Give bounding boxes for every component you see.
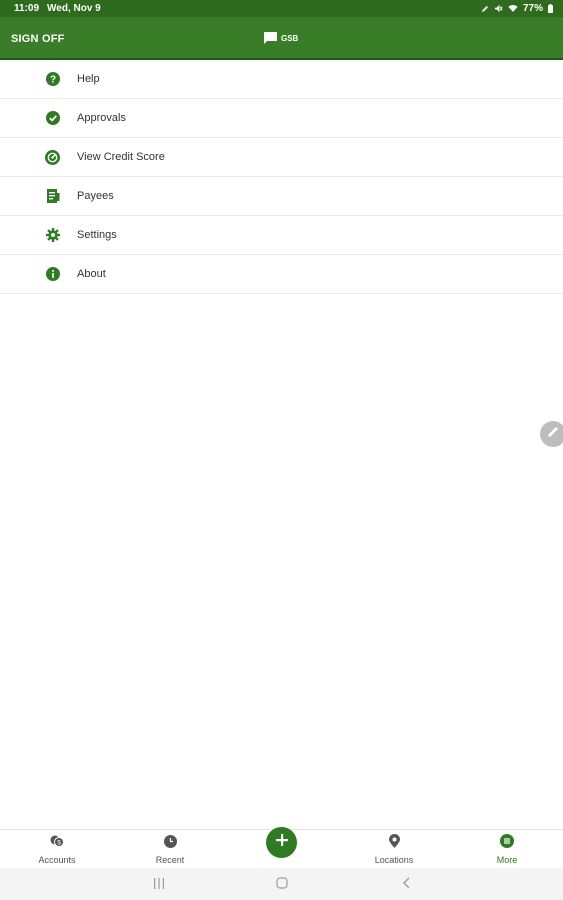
menu-item-label: About xyxy=(77,268,106,280)
brand-logo: GSB xyxy=(263,17,298,60)
brand-name: GSB xyxy=(281,34,299,43)
mute-icon xyxy=(494,4,503,13)
back-chevron-icon xyxy=(402,876,410,894)
nav-recent[interactable]: Recent xyxy=(150,830,190,869)
menu-item-label: View Credit Score xyxy=(77,151,165,163)
help-icon: ? xyxy=(45,72,60,87)
nav-accounts[interactable]: $ Accounts xyxy=(37,830,77,869)
menu-item-label: Help xyxy=(77,73,100,85)
pencil-icon xyxy=(546,425,560,444)
svg-text:?: ? xyxy=(49,75,55,86)
check-circle-icon xyxy=(45,111,60,126)
recent-apps-button[interactable] xyxy=(152,878,166,892)
system-navigation-bar xyxy=(0,868,563,900)
home-button[interactable] xyxy=(275,876,289,894)
back-button[interactable] xyxy=(399,876,413,894)
app-bar: SIGN OFF GSB xyxy=(0,17,563,60)
menu-item-label: Settings xyxy=(77,229,117,241)
plus-icon xyxy=(275,833,289,852)
pencil-small-icon xyxy=(481,5,489,13)
menu-item-view-credit-score[interactable]: View Credit Score xyxy=(0,138,563,177)
gauge-icon xyxy=(45,149,60,165)
menu-item-help[interactable]: ? Help xyxy=(0,60,563,99)
nav-more[interactable]: More xyxy=(492,830,522,869)
accounts-icon: $ xyxy=(50,834,64,848)
nav-label: Recent xyxy=(155,855,185,865)
nav-label: Accounts xyxy=(38,855,76,865)
nav-locations[interactable]: Locations xyxy=(369,830,419,869)
menu-item-payees[interactable]: Payees xyxy=(0,177,563,216)
battery-percent: 77% xyxy=(522,3,543,14)
gear-icon xyxy=(45,228,60,243)
battery-icon xyxy=(548,4,553,13)
status-icons: 77% xyxy=(481,3,553,14)
menu-item-approvals[interactable]: Approvals xyxy=(0,99,563,138)
home-icon xyxy=(276,876,288,894)
wifi-icon xyxy=(508,4,518,13)
nav-label: Locations xyxy=(374,855,414,865)
menu-item-about[interactable]: About xyxy=(0,255,563,294)
menu-item-label: Payees xyxy=(77,190,114,202)
status-bar: 11:09 Wed, Nov 9 77% xyxy=(0,0,563,17)
sign-off-button[interactable]: SIGN OFF xyxy=(11,17,65,60)
nav-label: More xyxy=(496,855,518,865)
bottom-navigation: $ Accounts Recent Locations More xyxy=(0,827,563,869)
clock-icon xyxy=(163,834,177,848)
status-time: 11:09 xyxy=(14,3,40,14)
menu-item-label: Approvals xyxy=(77,112,126,124)
payee-list-icon xyxy=(45,189,60,204)
menu-item-settings[interactable]: Settings xyxy=(0,216,563,255)
add-action-button[interactable] xyxy=(266,827,297,858)
info-icon xyxy=(45,267,60,282)
recent-apps-icon xyxy=(153,876,165,894)
status-date: Wed, Nov 9 xyxy=(47,3,101,14)
chat-bubble-icon xyxy=(263,31,278,46)
location-pin-icon xyxy=(387,834,401,848)
edit-floating-button[interactable] xyxy=(540,421,563,447)
more-menu-list: ? Help Approvals View Credit Score Payee… xyxy=(0,60,563,294)
more-menu-icon xyxy=(500,834,514,848)
